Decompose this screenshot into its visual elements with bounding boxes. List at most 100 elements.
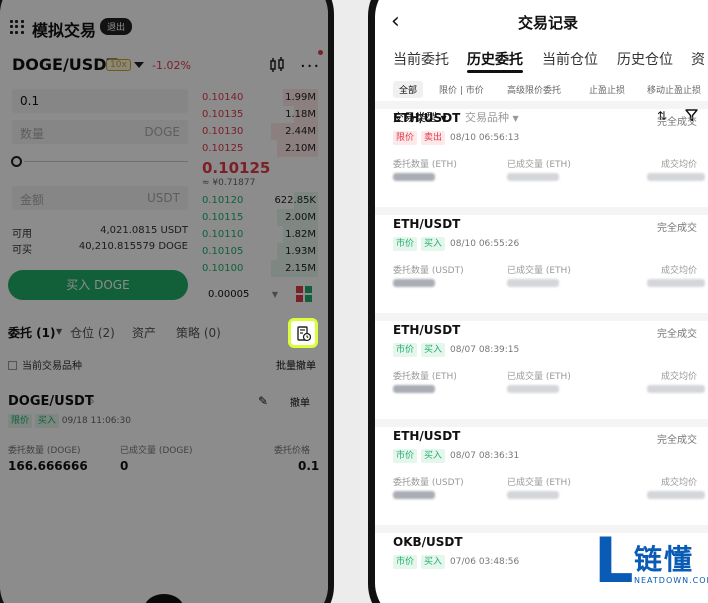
record-filled-label: 已成交量 (ETH) [507,372,571,382]
order-filled-value: 0 [120,459,129,473]
watermark-cn: 链懂 [634,543,695,576]
redacted-value [647,491,705,499]
bid-row[interactable]: 0.10120 622.85K [200,192,318,209]
order-qty-label: 委托数量 (DOGE) [8,446,81,456]
depth-step-select[interactable]: 0.00005 ▼ [202,286,282,304]
tab-assets[interactable]: 资产 [132,324,156,341]
checkbox-icon [8,361,17,370]
can-buy-row: 可买 40,210.815579 DOGE [12,241,188,256]
chevron-right-icon[interactable]: › [90,394,95,408]
record-pair[interactable]: OKB/USDT [393,535,463,549]
record-status: 完全成交 [657,117,697,128]
can-buy-value: 40,210.815579 DOGE [78,241,188,252]
bottom-tabs: 委托 (1) ▼ 仓位 (2) 资产 策略 (0) [8,324,278,340]
order-price-label: 委托价格 [274,446,311,456]
record-meta: 市价 买入 08/10 06:55:26 [393,237,519,251]
candlestick-icon[interactable] [268,56,286,74]
record-filled-label: 已成交量 (ETH) [507,266,571,276]
current-pair-only-checkbox[interactable]: 当前交易品种 [8,357,82,372]
record-separator [375,207,708,215]
record-pair[interactable]: ETH/USDT [393,111,460,125]
record-qty-label: 委托数量 (USDT) [393,266,464,276]
ask-row[interactable]: 0.10140 1.99M [200,89,318,106]
record-meta: 市价 买入 07/06 03:48:56 [393,555,519,569]
chevron-down-icon: ▼ [56,327,63,336]
ask-quantity: 2.10M [285,143,316,154]
order-side-tag: 买入 [421,237,446,251]
order-pair[interactable]: DOGE/USDT [8,394,94,409]
record-qty-label: 委托数量 (USDT) [393,478,464,488]
ask-row[interactable]: 0.10135 1.18M [200,106,318,123]
available-row: 可用 4,021.0815 USDT [12,225,188,240]
can-buy-label: 可买 [12,245,32,256]
cancel-order-button[interactable]: 撤单 [290,394,310,409]
record-avg-price-label: 成交均价 [661,478,698,488]
order-history-button[interactable] [288,318,318,348]
ask-row[interactable]: 0.10125 2.10M [200,140,318,157]
chevron-down-icon[interactable] [134,62,144,68]
last-price: 0.10125 [202,159,271,177]
redacted-value [393,173,435,181]
change-percent: -1.02% [152,59,191,72]
edit-icon[interactable]: ✎ [258,394,268,408]
record-time: 08/07 08:36:31 [450,451,520,461]
available-label: 可用 [12,229,32,240]
record-status: 完全成交 [657,435,697,446]
bid-row[interactable]: 0.10115 2.00M [200,209,318,226]
redacted-value [647,385,705,393]
tab-strategy[interactable]: 策略 (0) [176,324,221,341]
order-type-tag: 市价 [393,449,418,463]
left-phone: 模拟交易 退出 DOGE/USDT 10x -1.02% ··· 0.1 数量 … [0,0,334,603]
more-icon[interactable]: ··· [300,56,320,77]
pair-title[interactable]: DOGE/USDT [12,55,118,74]
quantity-input[interactable]: 数量 DOGE [12,120,188,144]
notification-dot [318,50,323,55]
percent-slider-track[interactable] [24,161,188,162]
batch-cancel-button[interactable]: 批量撤单 [276,357,316,372]
tab-orders[interactable]: 委托 (1) [8,324,56,341]
home-indicator [144,594,184,603]
record-avg-price-label: 成交均价 [661,266,698,276]
bid-row[interactable]: 0.10100 2.15M [200,260,318,277]
order-type-tag: 限价 [8,414,33,428]
record-pair[interactable]: ETH/USDT [393,217,460,231]
amount-input[interactable]: 金额 USDT [12,186,188,210]
ask-row[interactable]: 0.10130 2.44M [200,123,318,140]
order-type-tag: 限价 [393,131,418,145]
bid-quantity: 1.93M [285,246,316,257]
bid-row[interactable]: 0.10110 1.82M [200,226,318,243]
exit-button[interactable]: 退出 [100,18,133,35]
instrument-dropdown[interactable]: 交易品种 ▼ [465,109,519,125]
record-meta: 限价 卖出 08/10 06:56:13 [393,131,519,145]
tab-positions[interactable]: 仓位 (2) [70,324,115,341]
bid-quantity: 622.85K [274,195,316,206]
price-input[interactable]: 0.1 [12,89,188,113]
depth-view-icon[interactable] [296,286,312,302]
record-pair[interactable]: ETH/USDT [393,323,460,337]
record-qty-label: 委托数量 (ETH) [393,160,457,170]
percent-slider-handle[interactable] [11,156,22,167]
record-meta: 市价 买入 08/07 08:36:31 [393,449,519,463]
record-pair[interactable]: ETH/USDT [393,429,460,443]
back-icon[interactable]: ‹ [391,9,400,34]
order-side-tag: 买入 [421,555,446,569]
depth-step-value: 0.00005 [208,289,250,300]
right-screen: 交易记录 ‹ 当前委托 历史委托 当前仓位 历史仓位 资 全部 限价 | 市价 … [375,0,708,603]
record-status: 完全成交 [657,223,697,234]
ask-price: 0.10130 [202,126,244,137]
bid-quantity: 1.82M [285,229,316,240]
redacted-value [393,385,435,393]
buy-button[interactable]: 买入 DOGE [8,270,188,300]
history-icon [297,326,311,342]
bid-quantity: 2.15M [285,263,316,274]
app-title: 模拟交易 [32,21,97,40]
ask-price: 0.10135 [202,109,244,120]
redacted-value [647,173,705,181]
menu-icon[interactable] [10,20,24,34]
order-price-value: 0.1 [298,459,320,473]
record-meta: 市价 买入 08/07 08:39:15 [393,343,519,357]
instrument-label: 交易品种 [465,111,509,124]
bid-row[interactable]: 0.10105 1.93M [200,243,318,260]
order-type-tag: 市价 [393,343,418,357]
order-time: 09/18 11:06:30 [61,416,131,426]
